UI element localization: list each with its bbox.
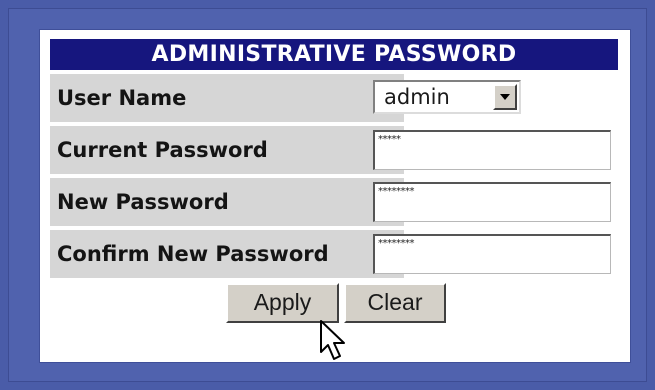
current-password-label: Current Password [50,126,404,174]
new-password-mask: ******** [378,186,415,197]
confirm-new-password-label: Confirm New Password [50,230,404,278]
user-name-select[interactable]: admin [373,80,521,114]
clear-button[interactable]: Clear [344,283,446,323]
user-name-field-cell: admin [367,74,617,122]
current-password-mask: ***** [378,134,401,145]
password-form-panel: ADMINISTRATIVE PASSWORD User Name admin … [40,30,630,362]
new-password-label: New Password [50,178,404,226]
apply-button[interactable]: Apply [226,283,339,323]
user-name-select-value: admin [384,85,450,109]
new-password-input[interactable]: ******** [373,182,611,222]
mouse-pointer-icon [320,320,345,360]
confirm-new-password-mask: ******** [378,238,415,249]
current-password-field-cell: ***** [367,126,617,174]
new-password-field-cell: ******** [367,178,617,226]
confirm-new-password-field-cell: ******** [367,230,617,278]
chevron-down-icon[interactable] [493,84,517,110]
current-password-input[interactable]: ***** [373,130,611,170]
user-name-label: User Name [50,74,404,122]
form-title: ADMINISTRATIVE PASSWORD [50,39,618,70]
confirm-new-password-input[interactable]: ******** [373,234,611,274]
